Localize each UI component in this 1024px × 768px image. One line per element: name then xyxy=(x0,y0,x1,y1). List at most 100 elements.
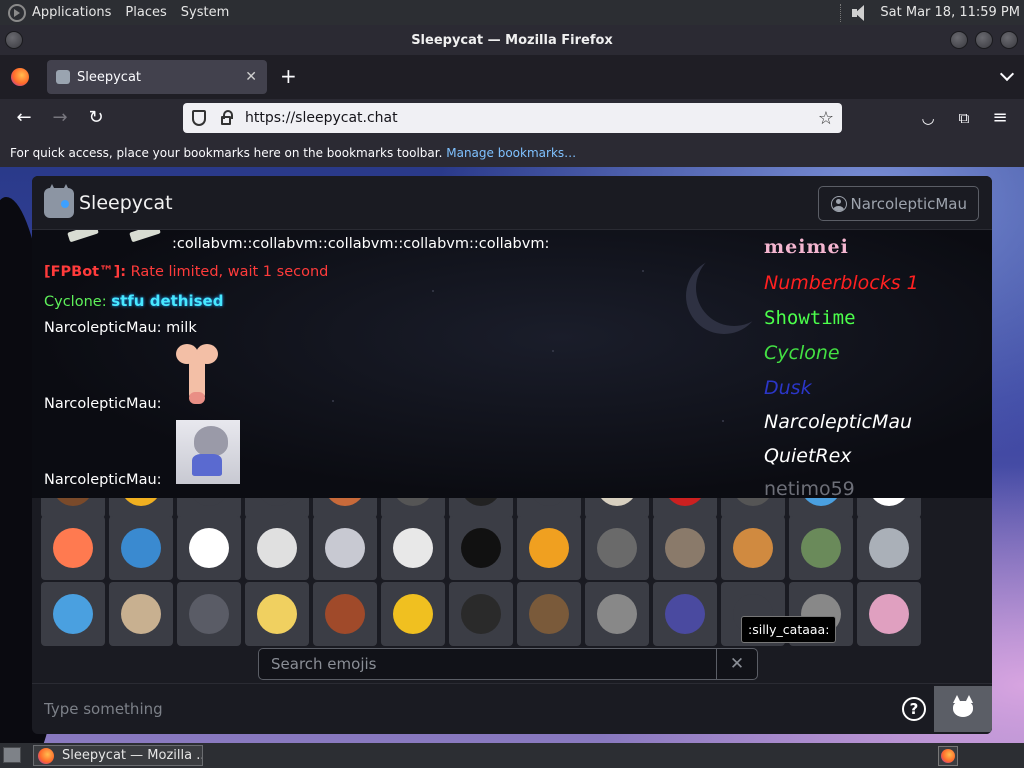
chat-message: [FPBot™]: Rate limited, wait 1 second xyxy=(44,264,328,280)
emoji-option[interactable] xyxy=(653,516,717,580)
close-tab-icon[interactable]: ✕ xyxy=(245,69,257,85)
message-image[interactable] xyxy=(176,420,240,484)
emoji-option[interactable] xyxy=(517,498,581,518)
emoji-option[interactable] xyxy=(41,582,105,646)
message-image[interactable] xyxy=(176,344,218,408)
pocket-icon[interactable]: ◡ xyxy=(916,107,940,131)
emoji-option[interactable] xyxy=(109,582,173,646)
tab-sleepycat[interactable]: Sleepycat ✕ xyxy=(47,60,267,94)
message-username[interactable]: Cyclone: xyxy=(44,294,107,310)
chat-message: NarcolepticMau: milk xyxy=(44,320,197,336)
message-username[interactable]: NarcolepticMau: xyxy=(44,472,162,488)
volume-icon[interactable] xyxy=(850,4,870,22)
emoji-option[interactable] xyxy=(381,516,445,580)
emoji-option[interactable] xyxy=(857,582,921,646)
message-username[interactable]: NarcolepticMau: xyxy=(44,320,162,336)
clear-search-icon[interactable]: ✕ xyxy=(717,649,757,679)
help-icon[interactable]: ? xyxy=(902,697,926,721)
new-tab-button[interactable]: + xyxy=(280,65,297,87)
emoji-search-box: ✕ xyxy=(258,648,758,680)
emoji-option[interactable] xyxy=(517,582,581,646)
emoji-option[interactable] xyxy=(449,516,513,580)
user-list-item[interactable]: netimo59 xyxy=(764,478,855,498)
distro-logo-icon[interactable] xyxy=(8,3,26,22)
menu-system[interactable]: System xyxy=(181,5,229,20)
message-username[interactable]: NarcolepticMau: xyxy=(44,396,162,412)
emoji-option[interactable] xyxy=(517,516,581,580)
close-window-button[interactable] xyxy=(1000,31,1018,49)
reload-button[interactable]: ↻ xyxy=(84,107,108,131)
emoji-option[interactable] xyxy=(449,498,513,518)
user-list-item[interactable]: Cyclone xyxy=(764,342,840,364)
menu-places[interactable]: Places xyxy=(125,5,166,20)
emoji-option[interactable] xyxy=(177,498,241,518)
firefox-view-icon[interactable] xyxy=(11,68,29,86)
user-list-item[interactable]: meimei xyxy=(764,236,849,258)
emoji-search-input[interactable] xyxy=(259,649,717,679)
menu-applications[interactable]: Applications xyxy=(32,5,111,20)
firefox-icon xyxy=(38,747,54,764)
emoji-option[interactable] xyxy=(585,516,649,580)
user-list-item[interactable]: NarcolepticMau xyxy=(764,411,912,433)
emoji-option[interactable] xyxy=(41,516,105,580)
extensions-icon[interactable]: ⧉ xyxy=(952,107,976,131)
emoji-option[interactable] xyxy=(381,582,445,646)
emoji-option[interactable] xyxy=(245,582,309,646)
user-list-item[interactable]: Dusk xyxy=(764,377,812,399)
tray-firefox-icon[interactable] xyxy=(938,746,958,766)
emoji-option[interactable] xyxy=(41,498,105,518)
taskbar-window-button[interactable]: Sleepycat — Mozilla ... xyxy=(33,745,203,766)
user-list-item[interactable]: Showtime xyxy=(764,307,856,329)
emoji-option[interactable] xyxy=(109,516,173,580)
site-lock-icon[interactable] xyxy=(221,110,233,125)
chat-message: Cyclone: stfu dethised xyxy=(44,292,223,310)
emoji-option[interactable] xyxy=(585,498,649,518)
emoji-option[interactable] xyxy=(789,498,853,518)
emoji-option[interactable] xyxy=(245,498,309,518)
emoji-option[interactable] xyxy=(721,516,785,580)
tab-title: Sleepycat xyxy=(77,69,142,85)
emoji-option[interactable] xyxy=(313,516,377,580)
clock[interactable]: Sat Mar 18, 11:59 PM xyxy=(880,5,1020,20)
url-text[interactable]: https://sleepycat.chat xyxy=(245,110,398,126)
bookmarks-toolbar: For quick access, place your bookmarks h… xyxy=(0,139,1024,167)
emoji-option[interactable] xyxy=(177,582,241,646)
account-button[interactable]: NarcolepticMau xyxy=(818,186,979,221)
emoji-option[interactable] xyxy=(653,498,717,518)
message-text: Rate limited, wait 1 second xyxy=(130,264,329,280)
maximize-button[interactable] xyxy=(975,31,993,49)
chat-message: :collabvm::collabvm::collabvm::collabvm:… xyxy=(44,230,549,252)
emoji-option[interactable] xyxy=(449,582,513,646)
emoji-option[interactable] xyxy=(721,498,785,518)
emoji-option[interactable] xyxy=(789,516,853,580)
emoji-option[interactable] xyxy=(313,498,377,518)
emoji-option[interactable] xyxy=(177,516,241,580)
manage-bookmarks-link[interactable]: Manage bookmarks… xyxy=(446,146,576,160)
user-list-item[interactable]: QuietRex xyxy=(764,445,852,467)
emoji-toggle-button[interactable] xyxy=(934,686,992,732)
cat-icon xyxy=(953,695,973,717)
tracking-protection-shield-icon[interactable] xyxy=(192,110,206,126)
window-titlebar[interactable]: Sleepycat — Mozilla Firefox xyxy=(0,25,1024,55)
emoji-option[interactable] xyxy=(857,516,921,580)
forward-button[interactable]: → xyxy=(48,107,72,131)
emoji-option[interactable] xyxy=(109,498,173,518)
emoji-option[interactable] xyxy=(245,516,309,580)
user-list-item[interactable]: Numberblocks 1 xyxy=(764,272,919,294)
emoji-option[interactable] xyxy=(857,498,921,518)
tab-list-chevron-icon[interactable] xyxy=(999,66,1015,82)
emoji-option[interactable] xyxy=(381,498,445,518)
back-button[interactable]: ← xyxy=(12,107,36,131)
show-desktop-icon[interactable] xyxy=(3,747,21,763)
message-username[interactable]: [FPBot™]: xyxy=(44,264,126,280)
bookmark-star-icon[interactable]: ☆ xyxy=(818,108,834,129)
sleepycat-favicon-icon xyxy=(56,70,70,84)
minimize-button[interactable] xyxy=(950,31,968,49)
emoji-option[interactable] xyxy=(585,582,649,646)
hamburger-menu-icon[interactable]: ≡ xyxy=(988,107,1012,131)
window-menu-icon[interactable] xyxy=(5,31,23,49)
emoji-option[interactable] xyxy=(653,582,717,646)
url-bar[interactable]: https://sleepycat.chat ☆ xyxy=(183,103,842,133)
chat-message-input[interactable] xyxy=(32,684,892,734)
emoji-option[interactable] xyxy=(313,582,377,646)
